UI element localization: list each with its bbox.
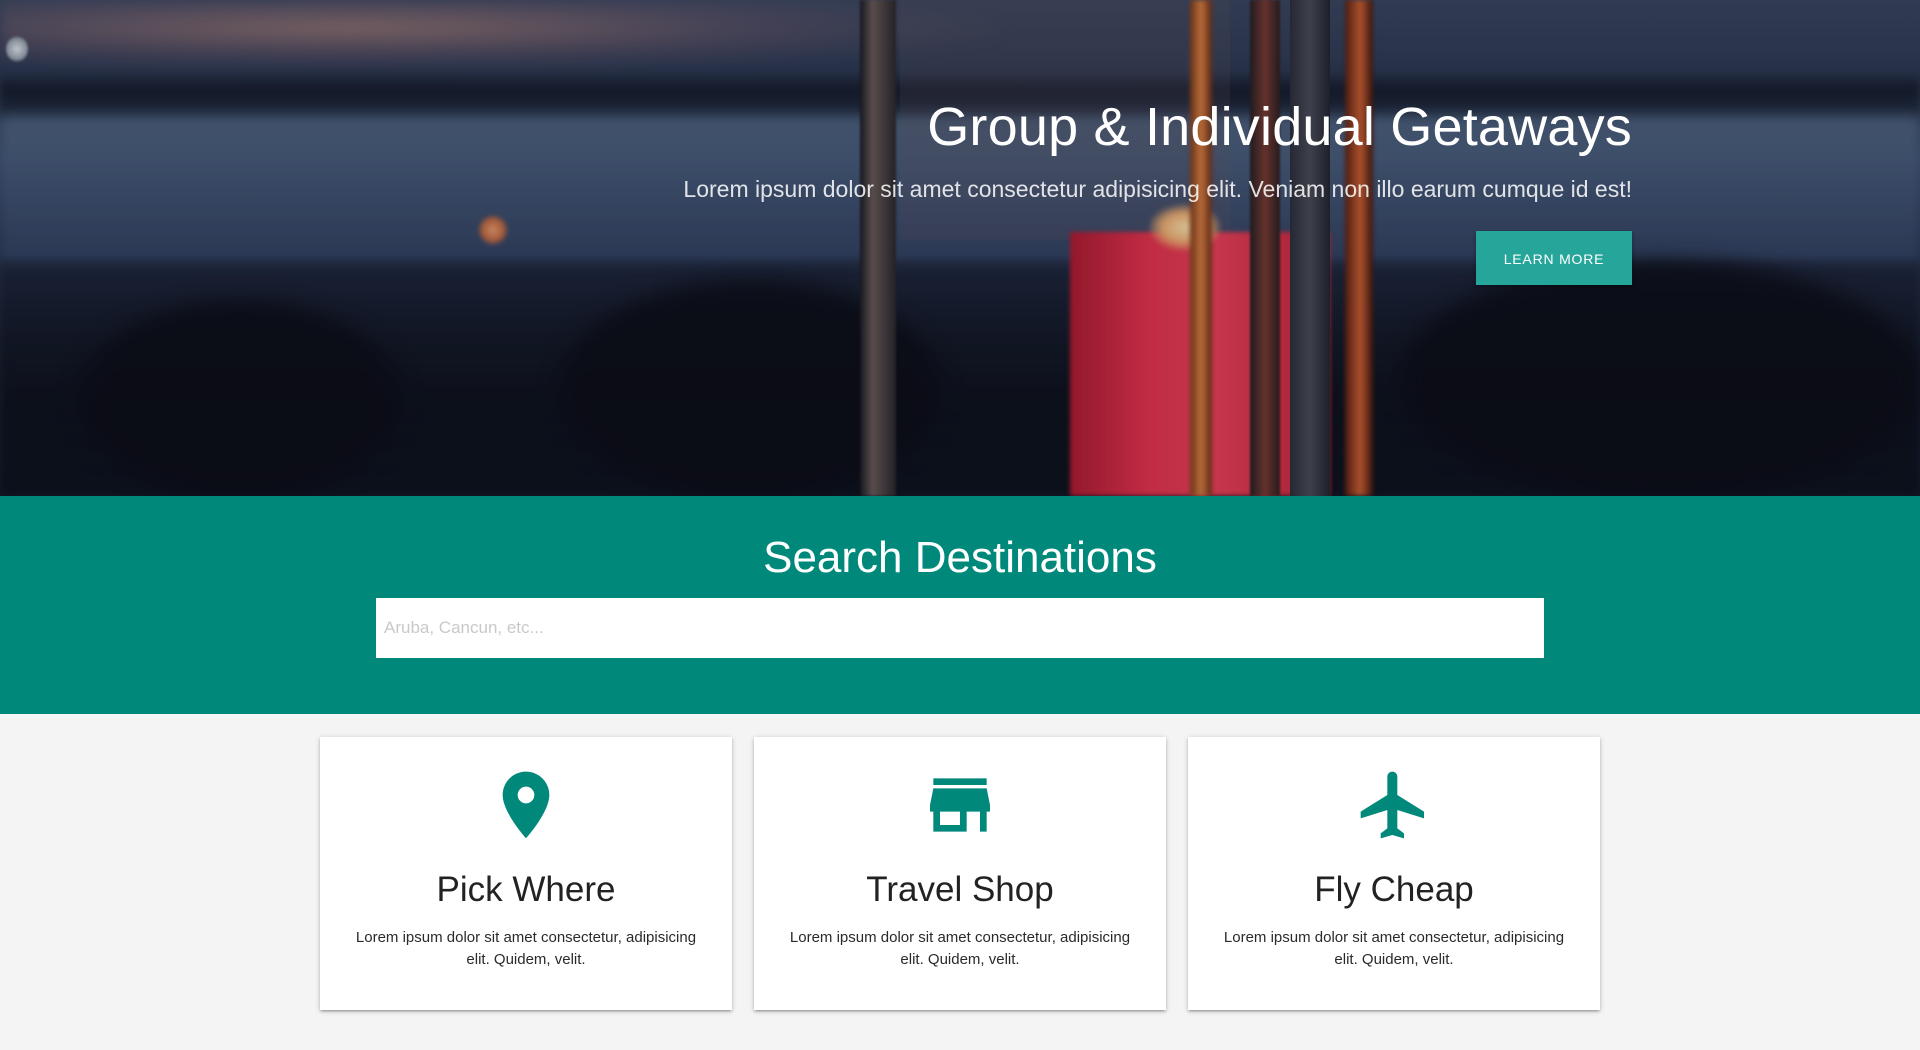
card-text: Lorem ipsum dolor sit amet consectetur, … (1223, 929, 1565, 968)
card-title: Fly Cheap (1314, 870, 1474, 909)
search-section: Search Destinations (0, 496, 1920, 714)
hero-title: Group & Individual Getaways (927, 97, 1632, 157)
card-title: Pick Where (436, 870, 616, 909)
map-pin-icon (486, 765, 566, 845)
search-title: Search Destinations (763, 533, 1157, 582)
hero-content: Group & Individual Getaways Lorem ipsum … (532, 95, 1632, 285)
card-title: Travel Shop (866, 870, 1054, 909)
airplane-icon (1354, 765, 1434, 845)
features-section: Pick Where Lorem ipsum dolor sit amet co… (320, 737, 1600, 1010)
card-text: Lorem ipsum dolor sit amet consectetur, … (355, 929, 697, 968)
feature-card-pick-where: Pick Where Lorem ipsum dolor sit amet co… (320, 737, 732, 1010)
store-icon (920, 765, 1000, 845)
search-destinations-input[interactable] (376, 598, 1544, 658)
feature-card-travel-shop: Travel Shop Lorem ipsum dolor sit amet c… (754, 737, 1166, 1010)
feature-card-fly-cheap: Fly Cheap Lorem ipsum dolor sit amet con… (1188, 737, 1600, 1010)
learn-more-button[interactable]: LEARN MORE (1476, 231, 1632, 285)
hero-subtitle: Lorem ipsum dolor sit amet consectetur a… (683, 176, 1632, 202)
hero-section: Group & Individual Getaways Lorem ipsum … (0, 0, 1920, 496)
card-text: Lorem ipsum dolor sit amet consectetur, … (789, 929, 1131, 968)
